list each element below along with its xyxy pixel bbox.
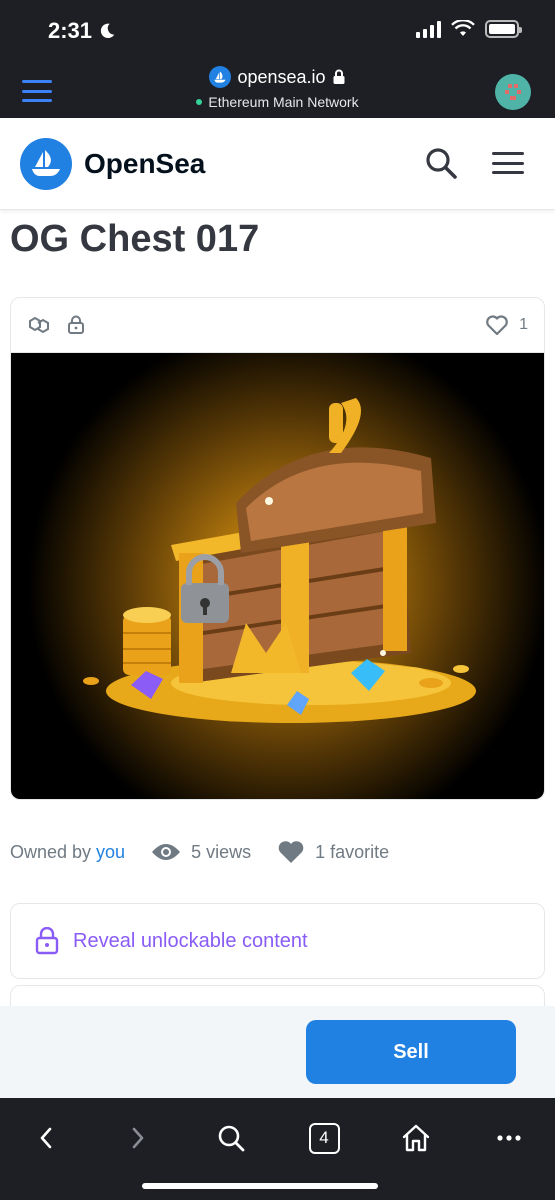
- opensea-favicon-icon: [209, 66, 232, 88]
- search-icon: [426, 148, 457, 179]
- search-icon: [218, 1125, 245, 1152]
- search-button[interactable]: [424, 146, 458, 185]
- treasure-chest-image: [83, 398, 476, 723]
- home-button[interactable]: [396, 1120, 436, 1156]
- more-button[interactable]: [489, 1120, 529, 1156]
- lock-icon: [35, 927, 59, 955]
- favorite-count: 1: [519, 316, 528, 333]
- heart-outline-icon: [486, 315, 508, 336]
- brand-name[interactable]: OpenSea: [84, 148, 205, 180]
- moon-icon: [100, 23, 115, 39]
- network-status-dot: [196, 99, 203, 105]
- status-icons: [416, 20, 522, 38]
- sell-button[interactable]: Sell: [306, 1020, 516, 1084]
- status-time: 2:31: [48, 18, 116, 44]
- chevron-right-icon: [132, 1127, 144, 1149]
- nft-image[interactable]: [11, 353, 544, 799]
- lock-icon: [333, 69, 345, 84]
- views-stat: 5 views: [151, 842, 251, 863]
- favorites-count: 1 favorite: [315, 841, 390, 862]
- eye-icon: [152, 844, 181, 860]
- favorite-button[interactable]: 1: [485, 314, 528, 336]
- unlockable-lock-icon: [68, 315, 84, 334]
- browser-search-button[interactable]: [211, 1120, 251, 1156]
- network-name: Ethereum Main Network: [208, 94, 359, 110]
- chevron-left-icon: [40, 1127, 52, 1149]
- home-icon: [402, 1124, 430, 1152]
- item-title: OG Chest 017: [10, 218, 260, 260]
- address-bar[interactable]: opensea.io Ethereum Main Network: [0, 66, 555, 110]
- account-avatar[interactable]: [495, 74, 531, 110]
- favorites-stat: 1 favorite: [277, 840, 389, 864]
- polygon-chain-icon: [29, 316, 49, 334]
- owned-by-label: Owned by: [10, 841, 92, 862]
- cellular-signal-icon: [416, 20, 441, 38]
- asset-card: 1: [10, 297, 545, 800]
- tabs-count: 4: [319, 1128, 329, 1147]
- back-button[interactable]: [26, 1120, 66, 1156]
- url-text: opensea.io: [237, 66, 326, 87]
- wifi-icon: [451, 20, 475, 36]
- item-stats: Owned by you 5 views 1 favorite: [10, 840, 389, 864]
- battery-icon: [485, 20, 522, 38]
- browser-top-bar: 2:31 opensea.io Ethereum Main Network: [0, 0, 555, 118]
- heart-filled-icon: [278, 841, 304, 863]
- opensea-logo[interactable]: [20, 138, 72, 190]
- site-header: OpenSea: [0, 118, 555, 210]
- tabs-button[interactable]: 4: [304, 1120, 344, 1156]
- home-indicator: [142, 1183, 378, 1189]
- asset-card-header: 1: [11, 298, 544, 353]
- reveal-label: Reveal unlockable content: [73, 929, 308, 952]
- views-count: 5 views: [191, 841, 252, 862]
- more-dots-icon: [497, 1135, 521, 1141]
- tabs-icon: 4: [308, 1122, 340, 1154]
- site-menu-button[interactable]: [492, 152, 524, 174]
- owner-link[interactable]: you: [96, 842, 125, 863]
- reveal-unlockable-button[interactable]: Reveal unlockable content: [10, 903, 545, 979]
- forward-button[interactable]: [118, 1120, 158, 1156]
